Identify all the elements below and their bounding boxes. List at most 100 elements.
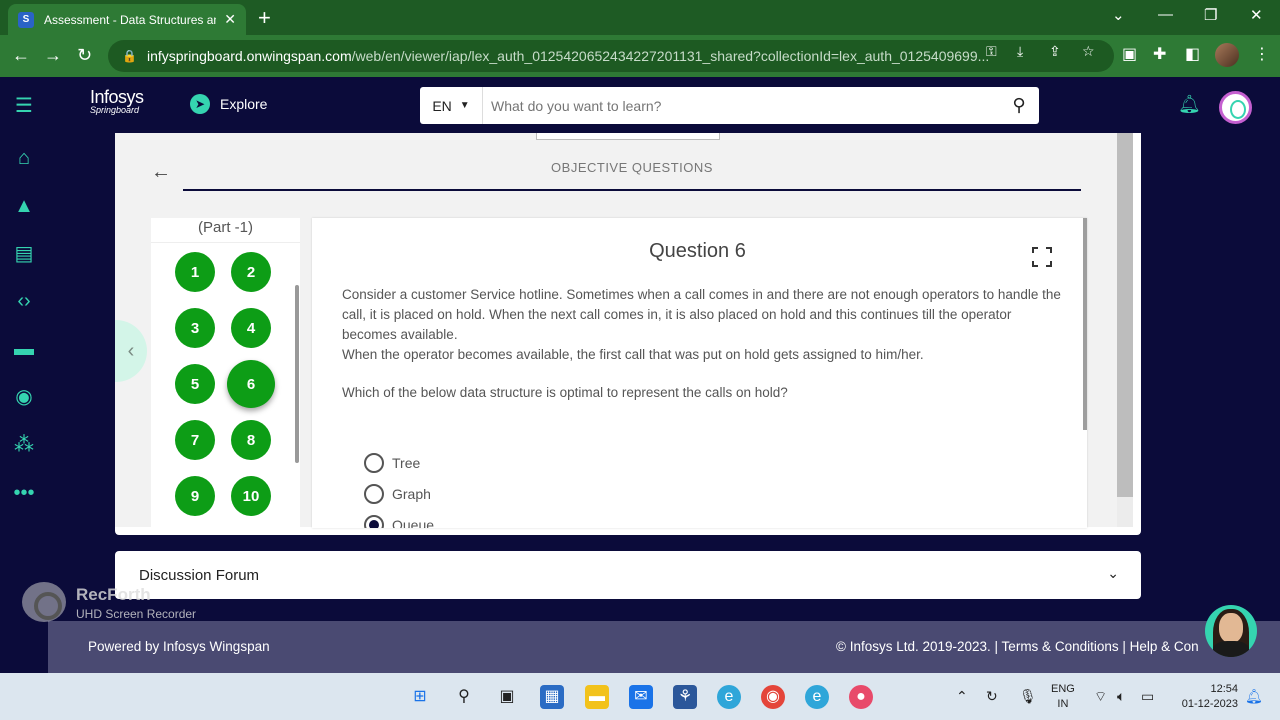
bookmark-star-icon[interactable]: ☆	[1082, 43, 1095, 60]
tab-search-icon[interactable]: ⌄	[1112, 6, 1125, 24]
browser-tab-bar: S Assessment - Data Structures an ✕ + ⌄ …	[0, 0, 1280, 35]
minimize-icon[interactable]: —	[1158, 6, 1173, 23]
language-code: ENG	[1051, 683, 1075, 695]
chatbot-avatar[interactable]	[1205, 605, 1257, 657]
question-button-9[interactable]: 9	[175, 476, 215, 516]
back-arrow-icon[interactable]: ←	[151, 161, 171, 184]
question-button-8[interactable]: 8	[231, 420, 271, 460]
forward-icon[interactable]: →	[44, 45, 62, 66]
edge-icon[interactable]: e	[717, 685, 741, 709]
navigate-icon[interactable]: ▲	[12, 194, 36, 218]
discussion-forum-accordion[interactable]: Discussion Forum ⌄	[115, 551, 1141, 599]
card-scroll-thumb[interactable]	[1117, 133, 1133, 497]
kebab-menu-icon[interactable]: ⋮	[1254, 44, 1270, 64]
more-icon[interactable]: •••	[12, 481, 36, 505]
radio-button-selected[interactable]	[364, 515, 384, 528]
file-explorer-icon[interactable]: ▬	[585, 685, 609, 709]
question-button-1[interactable]: 1	[175, 252, 215, 292]
fullscreen-icon[interactable]	[1032, 247, 1052, 267]
chat-icon[interactable]: ▬	[12, 337, 36, 361]
browser-profile-avatar[interactable]	[1215, 43, 1239, 67]
navigator-scrollbar[interactable]	[295, 285, 299, 463]
screen-recorder-icon[interactable]: ●	[849, 685, 873, 709]
badge-icon[interactable]: ▤	[12, 242, 36, 266]
sidepanel-icon[interactable]: ◧	[1185, 44, 1200, 64]
logo-line-1: Infosys	[90, 87, 144, 107]
chevron-down-icon: ⌄	[1107, 565, 1119, 581]
explore-label: Explore	[220, 96, 268, 112]
system-clock[interactable]: 12:54 01-12-2023	[1172, 682, 1238, 712]
home-icon[interactable]: ⌂	[12, 146, 36, 170]
radio-button[interactable]	[364, 484, 384, 504]
taskbar-search-icon[interactable]: ⚲	[452, 685, 476, 709]
mail-icon[interactable]: ✉	[629, 685, 653, 709]
question-button-5[interactable]: 5	[175, 364, 215, 404]
chrome-icon[interactable]: ◉	[761, 685, 785, 709]
card-scrollbar[interactable]	[1117, 133, 1133, 527]
question-button-3[interactable]: 3	[175, 308, 215, 348]
compass-icon: ➤	[190, 94, 210, 114]
question-scrollbar[interactable]	[1083, 218, 1087, 430]
notification-icon[interactable]: 🔔︎	[1245, 688, 1263, 705]
browser-tab[interactable]: S Assessment - Data Structures an ✕	[8, 4, 246, 35]
search-bar: EN ▼ ⚲	[420, 87, 1039, 124]
url-host: infyspringboard.onwingspan.com	[146, 48, 352, 64]
assessment-body: ← OBJECTIVE QUESTIONS (Part -1) 1 2 3 4 …	[115, 133, 1117, 528]
menu-icon[interactable]: ☰	[12, 94, 36, 118]
region-code: IN	[1057, 698, 1069, 710]
restore-icon[interactable]: ❐	[1204, 6, 1217, 24]
dev-app-icon[interactable]: ⚘	[673, 685, 697, 709]
language-select[interactable]: EN ▼	[420, 87, 483, 124]
search-icon[interactable]: ⚲	[999, 95, 1039, 116]
infosys-springboard-logo[interactable]: Infosys Springboard	[90, 88, 144, 115]
microphone-icon[interactable]: 🎙︎	[1019, 688, 1037, 705]
notification-bell-icon[interactable]: 🔔︎	[1178, 94, 1201, 115]
share-icon[interactable]: ⇪	[1049, 43, 1061, 60]
question-paragraph-1: Consider a customer Service hotline. Som…	[342, 287, 1061, 342]
question-text: Consider a customer Service hotline. Som…	[342, 285, 1062, 365]
close-tab-icon[interactable]: ✕	[224, 11, 236, 28]
footer-links[interactable]: © Infosys Ltd. 2019-2023. | Terms & Cond…	[836, 639, 1199, 654]
store-icon[interactable]: ▦	[540, 685, 564, 709]
back-icon[interactable]: ←	[12, 45, 30, 66]
address-bar[interactable]: 🔒 infyspringboard.onwingspan.com /web/en…	[108, 40, 1114, 72]
battery-icon[interactable]: ▭	[1141, 688, 1154, 705]
user-avatar[interactable]	[1219, 91, 1252, 124]
task-view-icon[interactable]: ▣	[495, 685, 519, 709]
target-icon[interactable]: ◉	[12, 385, 36, 409]
radio-button[interactable]	[364, 453, 384, 473]
explore-link[interactable]: ➤ Explore	[190, 94, 267, 114]
edge-beta-icon[interactable]: e	[805, 685, 829, 709]
install-icon[interactable]: ⤓	[1017, 43, 1023, 60]
question-button-6[interactable]: 6	[227, 360, 275, 408]
option-graph[interactable]: Graph	[364, 484, 431, 504]
question-button-7[interactable]: 7	[175, 420, 215, 460]
wifi-icon[interactable]: ⌔	[1094, 688, 1107, 706]
extension-icon[interactable]: ▣	[1122, 44, 1137, 64]
key-icon[interactable]: ⚿	[986, 43, 997, 60]
option-queue[interactable]: Queue	[364, 515, 434, 528]
sync-icon[interactable]: ↻	[986, 688, 998, 705]
tab-title: Assessment - Data Structures an	[44, 12, 217, 27]
question-panel: Question 6 Consider a customer Service h…	[312, 218, 1087, 528]
new-tab-icon[interactable]: +	[258, 5, 271, 31]
question-button-10[interactable]: 10	[231, 476, 271, 516]
top-tab-remnant	[536, 133, 720, 140]
show-hidden-icons-icon[interactable]: ⌃	[956, 688, 968, 705]
windows-start-icon[interactable]: ⊞	[408, 685, 432, 709]
community-icon[interactable]: ⁂	[12, 433, 36, 457]
puzzle-icon[interactable]: ✚	[1153, 44, 1166, 64]
clock-time: 12:54	[1210, 683, 1238, 695]
option-tree[interactable]: Tree	[364, 453, 420, 473]
lock-icon: 🔒	[122, 49, 137, 63]
input-language[interactable]: ENG IN	[1051, 682, 1075, 712]
site-header: Infosys Springboard ➤ Explore EN ▼ ⚲ 🔔︎	[48, 77, 1280, 133]
search-input[interactable]	[483, 88, 999, 123]
code-icon[interactable]: ‹›	[12, 289, 36, 313]
recorder-title: RecForth	[76, 585, 151, 604]
volume-icon[interactable]: 🔈︎	[1117, 688, 1125, 705]
question-button-2[interactable]: 2	[231, 252, 271, 292]
question-button-4[interactable]: 4	[231, 308, 271, 348]
close-window-icon[interactable]: ✕	[1250, 6, 1263, 24]
reload-icon[interactable]: ↻	[77, 45, 92, 66]
